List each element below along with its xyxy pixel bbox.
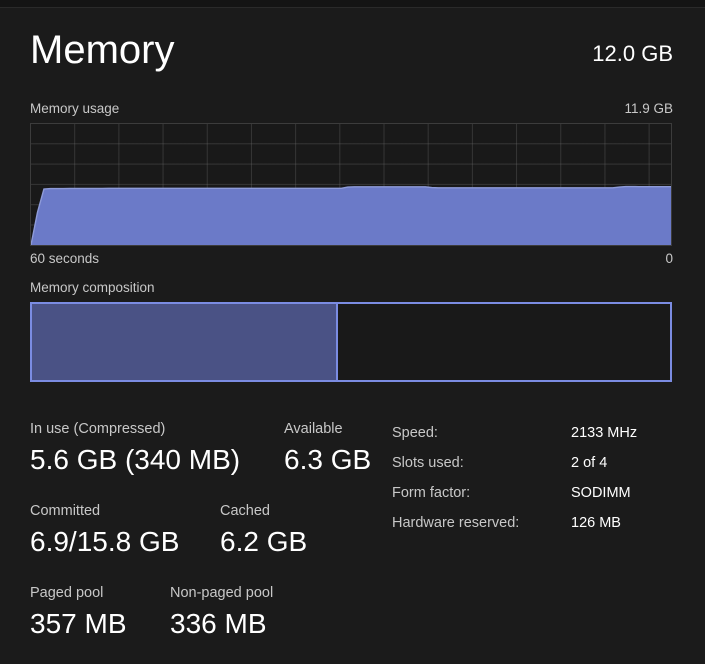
stats-row-in-use: In use (Compressed) 5.6 GB (340 MB) Avai… (30, 418, 380, 500)
hardware-slots-label: Slots used: (392, 455, 464, 471)
composition-segment-available[interactable] (338, 304, 670, 380)
hardware-slots-value: 2 of 4 (571, 455, 608, 471)
total-memory-value: 12.0 GB (592, 41, 673, 66)
stat-available-value: 6.3 GB (284, 444, 372, 475)
stat-paged-pool: Paged pool 357 MB (30, 582, 127, 644)
window-top-edge (0, 0, 705, 8)
hardware-info: Speed: 2133 MHz Slots used: 2 of 4 Form … (392, 422, 682, 542)
graph-axis-left-label: 60 seconds (30, 251, 100, 266)
stat-available: Available 6.3 GB (284, 418, 371, 480)
stat-paged-pool-value: 357 MB (30, 608, 127, 639)
hardware-row-form-factor: Form factor: SODIMM (392, 482, 682, 512)
memory-usage-max-label: 11.9 GB (624, 101, 673, 116)
stat-available-label: Available (284, 421, 343, 437)
stats-row-committed: Committed 6.9/15.8 GB Cached 6.2 GB (30, 500, 380, 582)
stat-committed: Committed 6.9/15.8 GB (30, 500, 179, 562)
stat-non-paged-pool-value: 336 MB (170, 608, 267, 639)
stat-committed-label: Committed (30, 503, 101, 519)
hardware-row-speed: Speed: 2133 MHz (392, 422, 682, 452)
memory-composition-label: Memory composition (30, 280, 155, 295)
stat-non-paged-pool-label: Non-paged pool (170, 585, 274, 601)
stat-cached: Cached 6.2 GB (220, 500, 307, 562)
memory-page: Memory 12.0 GB Memory usage 11.9 GB 60 s… (0, 8, 705, 652)
memory-stats: In use (Compressed) 5.6 GB (340 MB) Avai… (30, 418, 380, 664)
stat-in-use: In use (Compressed) 5.6 GB (340 MB) (30, 418, 240, 480)
stat-in-use-label: In use (Compressed) (30, 421, 166, 437)
memory-usage-graph[interactable] (30, 123, 672, 246)
memory-composition-bar[interactable] (30, 302, 672, 382)
stat-in-use-value: 5.6 GB (340 MB) (30, 444, 241, 475)
stat-cached-label: Cached (220, 503, 270, 519)
stat-non-paged-pool: Non-paged pool 336 MB (170, 582, 273, 644)
graph-axis-right-label: 0 (665, 251, 673, 266)
hardware-form-factor-label: Form factor: (392, 485, 471, 501)
hardware-reserved-label: Hardware reserved: (392, 515, 520, 531)
stat-cached-value: 6.2 GB (220, 526, 308, 557)
hardware-reserved-value: 126 MB (571, 515, 621, 531)
hardware-row-slots: Slots used: 2 of 4 (392, 452, 682, 482)
page-header: Memory 12.0 GB (30, 26, 673, 82)
hardware-form-factor-value: SODIMM (571, 485, 631, 501)
stat-committed-value: 6.9/15.8 GB (30, 526, 180, 557)
stat-paged-pool-label: Paged pool (30, 585, 104, 601)
hardware-row-reserved: Hardware reserved: 126 MB (392, 512, 682, 542)
hardware-speed-label: Speed: (392, 425, 438, 441)
page-title: Memory (30, 28, 175, 72)
memory-usage-label: Memory usage (30, 101, 120, 116)
memory-usage-plot (31, 185, 671, 245)
hardware-speed-value: 2133 MHz (571, 425, 638, 441)
composition-segment-in-use[interactable] (32, 304, 339, 380)
